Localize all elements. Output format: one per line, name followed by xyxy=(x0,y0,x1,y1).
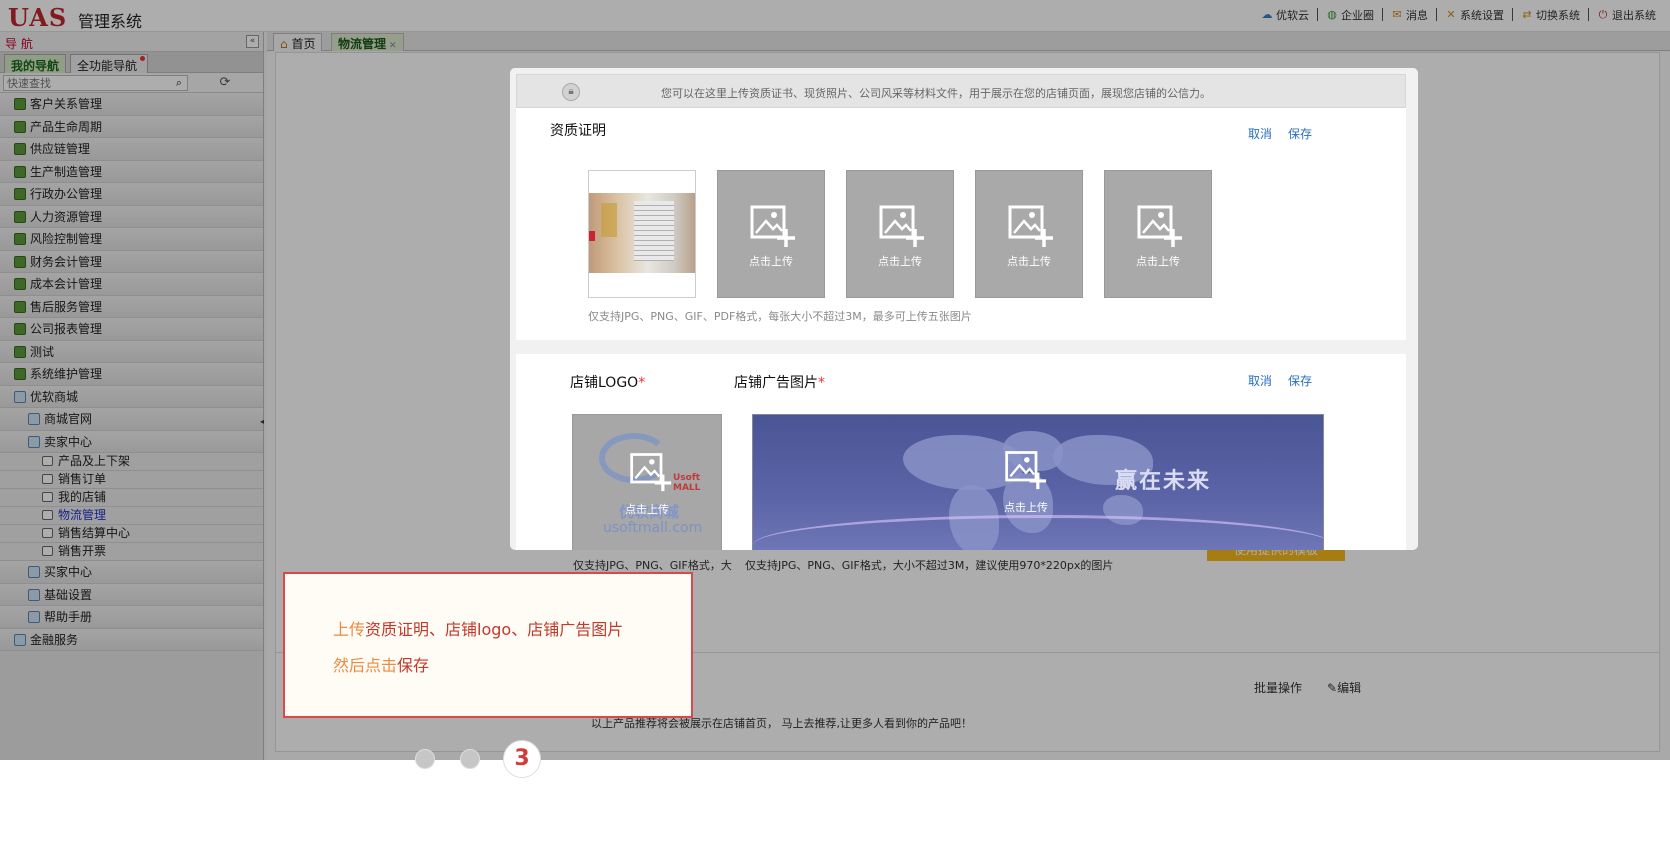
shop-save-button[interactable]: 保存 xyxy=(1288,372,1312,389)
add-image-icon xyxy=(1137,205,1182,247)
step-dot-2[interactable] xyxy=(460,749,480,769)
cert-title: 资质证明 xyxy=(550,123,606,139)
logo-upload-slot[interactable]: Usoft MALL 优软商城 usoftmall.com 点击上传 xyxy=(572,414,722,550)
callout-line-2: 然后点击保存 xyxy=(333,652,429,676)
add-image-icon xyxy=(1005,451,1047,490)
cert-upload-slot[interactable]: 点击上传 xyxy=(1104,170,1212,298)
ad-slogan: 赢在未来 xyxy=(1115,469,1212,494)
upload-label: 点击上传 xyxy=(878,255,922,268)
upload-label: 点击上传 xyxy=(1136,255,1180,268)
cert-section: 资质证明 取消 保存 点击上传 点击上传 点击上传 点击上传 仅支持JPG、PN… xyxy=(516,108,1406,340)
shop-cancel-button[interactable]: 取消 xyxy=(1248,372,1272,389)
brand-url: usoftmall.com xyxy=(603,520,703,536)
step-current[interactable]: 3 xyxy=(503,740,541,778)
cert-upload-slot[interactable]: 点击上传 xyxy=(975,170,1083,298)
app-window: UAS 管理系统 ☁ 优软云 ◍ 企业圈 ✉ 消息 ✕ 系统设置 ⇄ 切换系统 xyxy=(0,0,1670,760)
callout-text: 资质证明、店铺logo、店铺广告图片 xyxy=(365,620,624,639)
callout-text: 保存 xyxy=(397,656,430,675)
notice-bar: 🔒︎ 您可以在这里上传资质证书、现货照片、公司风采等材料文件，用于展示在您的店铺… xyxy=(516,74,1406,108)
callout-highlight: 然后点击 xyxy=(333,656,398,675)
brand-tag: Usoft MALL xyxy=(673,473,701,493)
upload-label: 点击上传 xyxy=(1004,501,1048,514)
required-mark: * xyxy=(638,375,646,391)
logo-title-text: 店铺LOGO xyxy=(570,375,639,391)
upload-label: 点击上传 xyxy=(749,255,793,268)
ad-title-text: 店铺广告图片 xyxy=(734,375,818,391)
upload-label: 点击上传 xyxy=(625,503,669,516)
cert-slot-uploaded[interactable] xyxy=(588,170,696,298)
cert-upload-slot[interactable]: 点击上传 xyxy=(846,170,954,298)
upload-dialog: 🔒︎ 您可以在这里上传资质证书、现货照片、公司风采等材料文件，用于展示在您的店铺… xyxy=(510,68,1418,550)
shop-section: 店铺LOGO* 店铺广告图片* 取消 保存 Usoft MALL 优软商城 us… xyxy=(516,354,1406,550)
add-image-icon xyxy=(879,205,924,247)
callout-line-1: 上传资质证明、店铺logo、店铺广告图片 xyxy=(333,616,623,640)
cert-thumbnail xyxy=(589,193,695,273)
add-image-icon xyxy=(630,453,672,492)
required-mark: * xyxy=(818,375,825,391)
lock-icon: 🔒︎ xyxy=(562,83,580,101)
ad-upload-slot[interactable]: 赢在未来 点击上传 xyxy=(752,414,1324,550)
cert-save-button[interactable]: 保存 xyxy=(1288,125,1312,142)
step-dot-1[interactable] xyxy=(415,749,435,769)
tutorial-callout: 上传资质证明、店铺logo、店铺广告图片 然后点击保存 xyxy=(283,572,693,718)
notice-text: 您可以在这里上传资质证书、现货照片、公司风采等材料文件，用于展示在您的店铺页面，… xyxy=(661,87,1211,100)
callout-highlight: 上传 xyxy=(333,620,366,639)
cert-upload-slot[interactable]: 点击上传 xyxy=(717,170,825,298)
logo-title: 店铺LOGO* xyxy=(570,372,645,392)
cert-cancel-button[interactable]: 取消 xyxy=(1248,125,1272,142)
swoosh-decoration xyxy=(753,515,1323,550)
cert-note: 仅支持JPG、PNG、GIF、PDF格式，每张大小不超过3M，最多可上传五张图片 xyxy=(588,310,972,323)
add-image-icon xyxy=(1008,205,1053,247)
upload-label: 点击上传 xyxy=(1007,255,1051,268)
add-image-icon xyxy=(750,205,795,247)
ad-title: 店铺广告图片* xyxy=(734,372,825,392)
